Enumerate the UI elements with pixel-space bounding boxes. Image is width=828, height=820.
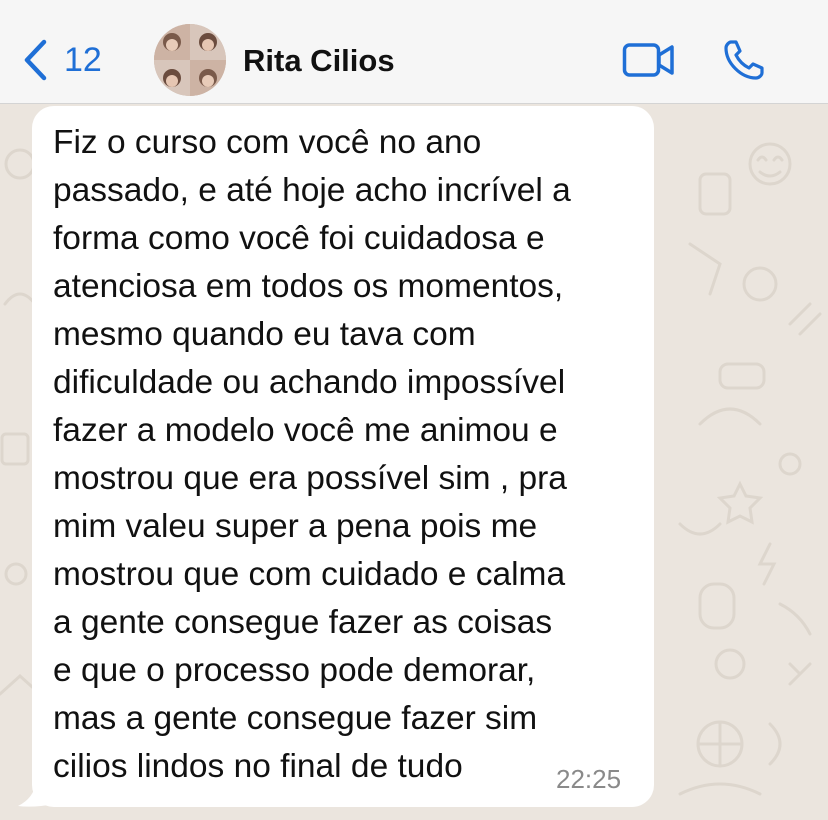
message-line: fazer a modelo você me animou e: [53, 412, 558, 449]
message-line: mesmo quando eu tava com: [53, 316, 476, 353]
message-line: cilios lindos no final de tudo: [53, 748, 463, 785]
video-call-icon: [622, 43, 674, 77]
back-button[interactable]: 12: [22, 34, 102, 86]
message-line: dificuldade ou achando impossível: [53, 364, 566, 401]
message-timestamp: 22:25: [556, 764, 622, 794]
unread-count: 12: [64, 40, 102, 79]
chevron-left-icon: [24, 39, 47, 81]
message-line: a gente consegue fazer as coisas: [53, 604, 553, 641]
message-line: atenciosa em todos os momentos,: [53, 268, 564, 305]
message-line: e que o processo pode demorar,: [53, 652, 536, 689]
message-line: forma como você foi cuidadosa e: [53, 220, 545, 257]
avatar-image: [154, 24, 226, 96]
message-line: mim valeu super a pena pois me: [53, 508, 538, 545]
message-line: passado, e até hoje acho incrível a: [53, 172, 571, 209]
message-line: mostrou que com cuidado e calma: [53, 556, 566, 593]
avatar[interactable]: [154, 24, 226, 96]
message-line: mostrou que era possível sim , pra: [53, 460, 567, 497]
message-line: mas a gente consegue fazer sim: [53, 700, 538, 737]
contact-name[interactable]: Rita Cilios: [243, 43, 395, 79]
voice-call-button[interactable]: [722, 38, 766, 87]
video-call-button[interactable]: [622, 42, 676, 83]
phone-icon: [724, 40, 764, 80]
chat-header: 12 Rita Cilios: [0, 0, 828, 104]
message-line: Fiz o curso com você no ano: [53, 124, 482, 161]
